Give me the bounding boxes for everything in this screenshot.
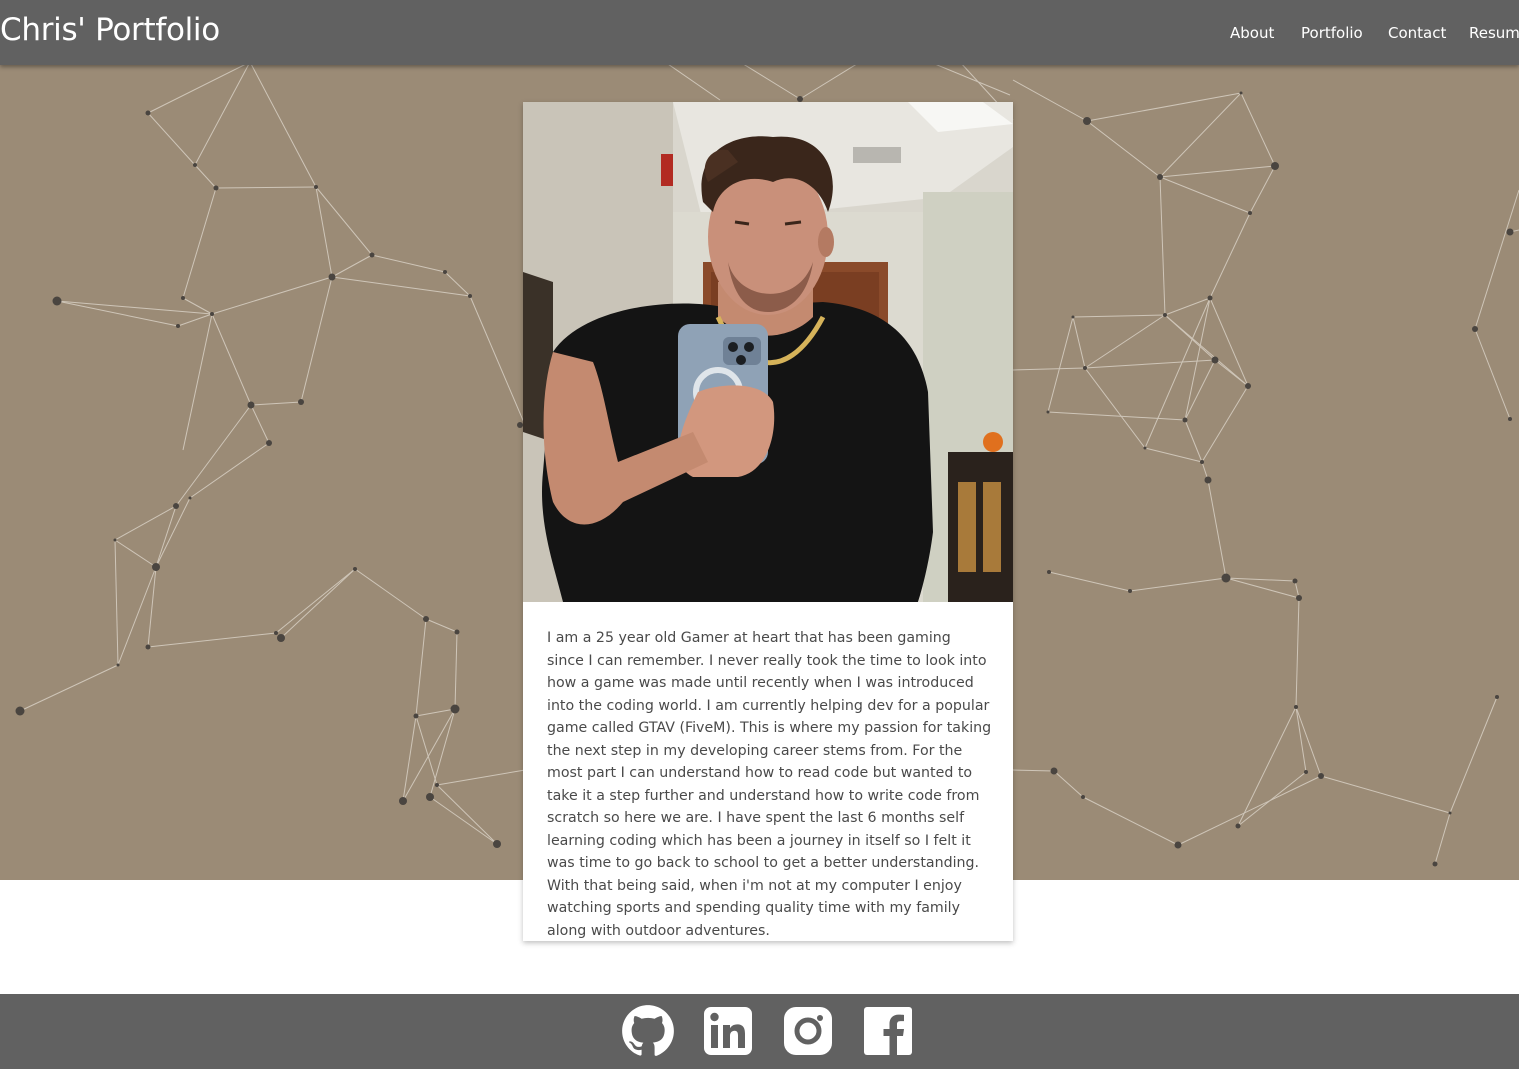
about-card: I am a 25 year old Gamer at heart that h… bbox=[523, 102, 1013, 941]
github-icon bbox=[622, 1005, 674, 1056]
brand-link[interactable]: Chris' Portfolio bbox=[0, 12, 220, 48]
bio-text: I am a 25 year old Gamer at heart that h… bbox=[547, 630, 992, 939]
facebook-icon bbox=[864, 1007, 912, 1055]
nav-portfolio-link[interactable]: Portfolio bbox=[1301, 24, 1363, 42]
instagram-link[interactable] bbox=[783, 1004, 833, 1058]
nav-resume-link[interactable]: Resume bbox=[1469, 24, 1519, 42]
profile-photo bbox=[523, 102, 1013, 602]
navbar: Chris' Portfolio About Portfolio Contact… bbox=[0, 0, 1519, 65]
facebook-link[interactable] bbox=[863, 1004, 913, 1058]
linkedin-icon bbox=[704, 1007, 752, 1055]
nav-about-link[interactable]: About bbox=[1230, 24, 1274, 42]
github-link[interactable] bbox=[621, 1004, 675, 1058]
linkedin-link[interactable] bbox=[703, 1004, 753, 1058]
profile-photo-illustration bbox=[523, 102, 1013, 602]
footer bbox=[0, 994, 1519, 1069]
nav-contact-link[interactable]: Contact bbox=[1388, 24, 1446, 42]
instagram-icon bbox=[784, 1007, 832, 1055]
